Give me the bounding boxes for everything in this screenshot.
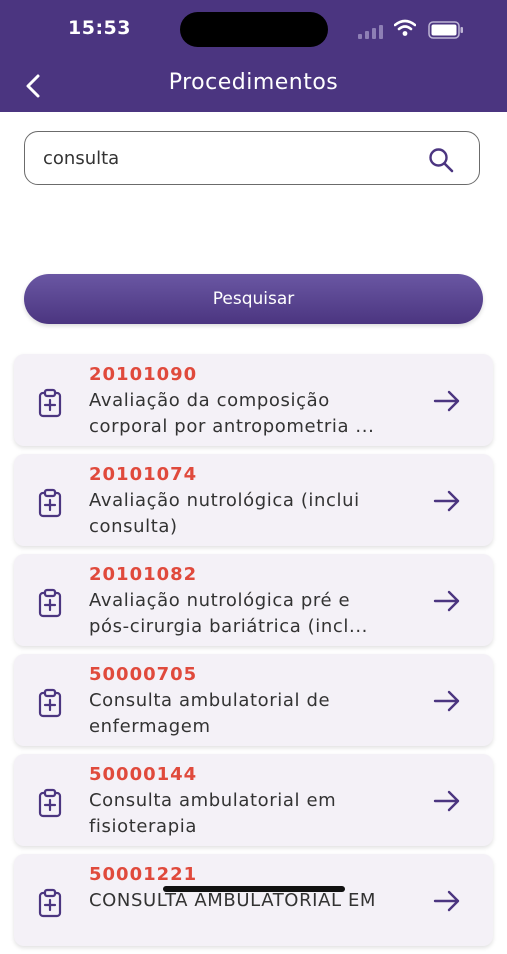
home-indicator: [163, 886, 345, 892]
signal-icon: [358, 25, 383, 39]
procedure-card[interactable]: 20101090 Avaliação da composição corporal…: [14, 354, 493, 446]
procedure-card[interactable]: 50000144 Consulta ambulatorial em fisiote…: [14, 754, 493, 846]
clipboard-plus-icon: [36, 888, 64, 922]
procedure-card[interactable]: 20101082 Avaliação nutrológica pré e pós-…: [14, 554, 493, 646]
dynamic-island: [180, 12, 328, 47]
arrow-right-icon[interactable]: [432, 588, 462, 618]
procedure-description: Avaliação nutrológica pré e pós-cirurgia…: [89, 590, 368, 637]
page-title: Procedimentos: [168, 70, 339, 95]
clipboard-plus-icon: [36, 588, 64, 622]
procedure-code: 50000144: [89, 764, 198, 785]
clipboard-plus-icon: [36, 688, 64, 722]
procedure-description: Consulta ambulatorial de enfermagem: [89, 690, 331, 737]
status-time: 15:53: [68, 17, 131, 39]
search-input[interactable]: consulta: [24, 131, 480, 185]
wifi-icon: [394, 19, 416, 36]
procedure-code: 20101074: [89, 464, 198, 485]
arrow-right-icon[interactable]: [432, 488, 462, 518]
procedure-list: 20101090 Avaliação da composição corporal…: [14, 354, 493, 954]
search-icon[interactable]: [427, 146, 455, 174]
app-header: 15:53 Procedimentos: [0, 0, 507, 112]
clipboard-plus-icon: [36, 488, 64, 522]
procedure-code: 20101090: [89, 364, 198, 385]
procedure-description: Avaliação da composição corporal por ant…: [89, 390, 375, 437]
arrow-right-icon[interactable]: [432, 888, 462, 918]
search-input-value[interactable]: consulta: [43, 148, 119, 169]
clipboard-plus-icon: [36, 788, 64, 822]
procedure-card[interactable]: 50000705 Consulta ambulatorial de enferma…: [14, 654, 493, 746]
procedure-code: 20101082: [89, 564, 198, 585]
procedure-card[interactable]: 20101074 Avaliação nutrológica (inclui co…: [14, 454, 493, 546]
arrow-right-icon[interactable]: [432, 688, 462, 718]
procedure-card[interactable]: 50001221 CONSULTA AMBULATORIAL EM: [14, 854, 493, 946]
clipboard-plus-icon: [36, 388, 64, 422]
procedure-description: Avaliação nutrológica (inclui consulta): [89, 490, 360, 537]
procedure-code: 50001221: [89, 864, 198, 885]
procedure-description: Consulta ambulatorial em fisioterapia: [89, 790, 337, 837]
battery-icon: [428, 21, 463, 39]
arrow-right-icon[interactable]: [432, 388, 462, 418]
procedure-code: 50000705: [89, 664, 198, 685]
search-button[interactable]: Pesquisar: [24, 274, 483, 324]
arrow-right-icon[interactable]: [432, 788, 462, 818]
